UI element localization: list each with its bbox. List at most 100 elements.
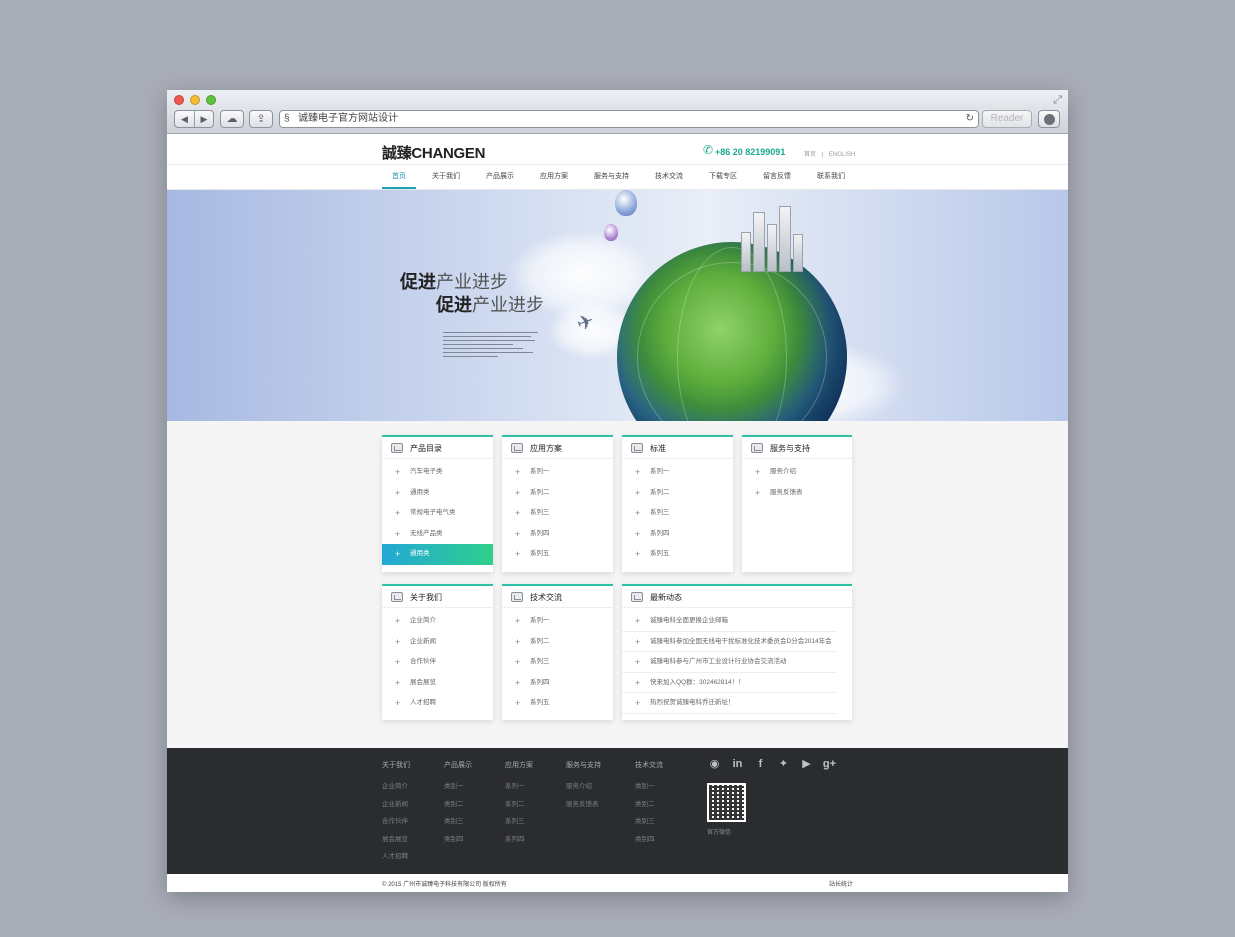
footer-link[interactable]: 系列二 — [505, 798, 533, 808]
news-item[interactable]: 诚臻电科全面更换企业邮箱 — [622, 611, 836, 632]
site-favicon-icon: § — [284, 113, 290, 124]
card-solutions: 应用方案 系列一 系列二 系列三 系列四 系列五 — [502, 435, 613, 572]
downloads-button[interactable] — [1038, 110, 1060, 128]
list-item[interactable]: 系列一 — [622, 462, 733, 483]
list-item[interactable]: 系列四 — [622, 524, 733, 545]
footer-link[interactable]: 展会展览 — [382, 833, 410, 843]
card-news: 最新动态 诚臻电科全面更换企业邮箱 诚臻电科参加全国无线电干扰标准化技术委员会D… — [622, 584, 852, 720]
list-item[interactable]: 合作伙伴 — [382, 652, 493, 673]
qr-label: 官方微信 — [707, 830, 732, 836]
list-item[interactable]: 无线产品类 — [382, 524, 493, 545]
news-item[interactable]: 热烈祝贺诚臻电科乔迁新址！ — [622, 693, 836, 714]
list-item[interactable]: 企业新闻 — [382, 632, 493, 653]
stats-link[interactable]: 站长统计 — [829, 879, 853, 888]
home-link[interactable]: 首页 — [804, 152, 816, 158]
list-item[interactable]: 系列一 — [502, 462, 613, 483]
close-window-button[interactable] — [174, 95, 184, 105]
zoom-window-button[interactable] — [206, 95, 216, 105]
list-item[interactable]: 系列四 — [502, 524, 613, 545]
history-buttons: ◀ ▶ — [174, 110, 214, 128]
phone-icon: ✆ — [703, 143, 714, 157]
linkedin-icon[interactable]: in — [730, 758, 745, 771]
list-item[interactable]: 服务反馈表 — [742, 483, 852, 504]
nav-item-contact[interactable]: 联系我们 — [807, 165, 855, 189]
footer-link[interactable]: 系列四 — [505, 833, 533, 843]
copyright-bar: © 2015 广州市诚臻电子科技有限公司 版权所有 站长统计 — [167, 874, 1068, 892]
footer-link[interactable]: 企业新闻 — [382, 798, 410, 808]
cloud-icon[interactable]: ☁ — [220, 110, 244, 128]
footer-link[interactable]: 类别一 — [635, 780, 663, 790]
list-item[interactable]: 系列五 — [622, 544, 733, 565]
list-item-active[interactable]: 通用类 — [382, 544, 493, 565]
list-item[interactable]: 系列二 — [622, 483, 733, 504]
list-item[interactable]: 系列二 — [502, 632, 613, 653]
list-item[interactable]: 企业简介 — [382, 611, 493, 632]
list-item[interactable]: 展会展览 — [382, 673, 493, 694]
nav-item-solutions[interactable]: 应用方案 — [530, 165, 578, 189]
footer-link[interactable]: 人才招聘 — [382, 850, 410, 860]
english-link[interactable]: ENGLISH — [829, 152, 855, 158]
footer-link[interactable]: 类别二 — [444, 798, 472, 808]
google-plus-icon[interactable]: g+ — [822, 758, 837, 771]
list-item[interactable]: 人才招聘 — [382, 693, 493, 714]
list-item[interactable]: 通用类 — [382, 483, 493, 504]
footer-link[interactable]: 服务介绍 — [566, 780, 601, 790]
footer-link[interactable]: 类别四 — [444, 833, 472, 843]
nav-item-feedback[interactable]: 留言反馈 — [753, 165, 801, 189]
nav-item-products[interactable]: 产品展示 — [476, 165, 524, 189]
twitter-icon[interactable]: ✦ — [776, 758, 791, 771]
weibo-icon[interactable]: ◉ — [707, 758, 722, 771]
footer-link[interactable]: 类别二 — [635, 798, 663, 808]
forward-icon[interactable]: ▶ — [194, 111, 213, 127]
site-logo[interactable]: 誠臻CHANGEN — [382, 142, 485, 163]
nav-item-home[interactable]: 首页 — [382, 165, 416, 189]
back-icon[interactable]: ◀ — [175, 111, 194, 127]
footer-link[interactable]: 系列一 — [505, 780, 533, 790]
link-separator: | — [821, 152, 824, 158]
share-icon[interactable]: ⇪ — [249, 110, 273, 128]
footer-col-title: 服务与支持 — [566, 762, 601, 769]
list-item[interactable]: 常规电子电气类 — [382, 503, 493, 524]
youtube-icon[interactable]: ▶ — [799, 758, 814, 771]
reader-button[interactable]: Reader — [982, 110, 1032, 128]
list-item[interactable]: 系列三 — [622, 503, 733, 524]
footer-col-solutions: 应用方案 系列一 系列二 系列三 系列四 — [505, 760, 533, 850]
list-item[interactable]: 系列二 — [502, 483, 613, 504]
list-item[interactable]: 系列三 — [502, 503, 613, 524]
nav-item-download[interactable]: 下载专区 — [699, 165, 747, 189]
nav-item-about[interactable]: 关于我们 — [422, 165, 470, 189]
list-item[interactable]: 系列五 — [502, 693, 613, 714]
nav-item-tech[interactable]: 技术交流 — [645, 165, 693, 189]
monitor-icon — [391, 592, 403, 602]
footer-link[interactable]: 类别三 — [635, 815, 663, 825]
minimize-window-button[interactable] — [190, 95, 200, 105]
news-item[interactable]: 诚臻电科参加全国无线电干扰标准化技术委员会D分会2014年会 — [622, 632, 836, 653]
fullscreen-icon[interactable]: ⤢ — [1053, 94, 1062, 107]
news-item[interactable]: 快来加入QQ群：302462814！！ — [622, 673, 836, 694]
list-item[interactable]: 汽车电子类 — [382, 462, 493, 483]
download-icon — [1043, 114, 1055, 125]
social-links: ◉ in f ✦ ▶ g+ — [707, 758, 837, 771]
list-item[interactable]: 系列三 — [502, 652, 613, 673]
footer-link[interactable]: 类别三 — [444, 815, 472, 825]
nav-item-service[interactable]: 服务与支持 — [584, 165, 639, 189]
footer-link[interactable]: 类别一 — [444, 780, 472, 790]
list-item[interactable]: 系列四 — [502, 673, 613, 694]
news-item[interactable]: 诚臻电科参与广州市工业设计行业协会交流活动 — [622, 652, 836, 673]
list-item[interactable]: 系列五 — [502, 544, 613, 565]
footer-link[interactable]: 企业简介 — [382, 780, 410, 790]
footer-link[interactable]: 类别四 — [635, 833, 663, 843]
footer-col-tech: 技术交流 类别一 类别二 类别三 类别四 — [635, 760, 663, 850]
card-products: 产品目录 汽车电子类 通用类 常规电子电气类 无线产品类 通用类 — [382, 435, 493, 572]
monitor-icon — [391, 443, 403, 453]
footer-link[interactable]: 服务反馈表 — [566, 798, 601, 808]
browser-window: ⤢ ◀ ▶ ☁ ⇪ § 诚臻电子官方网站设计 ↻ Reader 誠臻CHANGE… — [167, 90, 1068, 892]
footer-link[interactable]: 合作伙伴 — [382, 815, 410, 825]
banner-slogan-line-2: 促进产业进步 — [436, 295, 544, 315]
address-bar[interactable]: § 诚臻电子官方网站设计 ↻ — [279, 110, 979, 128]
reload-icon[interactable]: ↻ — [966, 111, 974, 127]
footer-link[interactable]: 系列三 — [505, 815, 533, 825]
facebook-icon[interactable]: f — [753, 758, 768, 771]
list-item[interactable]: 系列一 — [502, 611, 613, 632]
list-item[interactable]: 服务介绍 — [742, 462, 852, 483]
